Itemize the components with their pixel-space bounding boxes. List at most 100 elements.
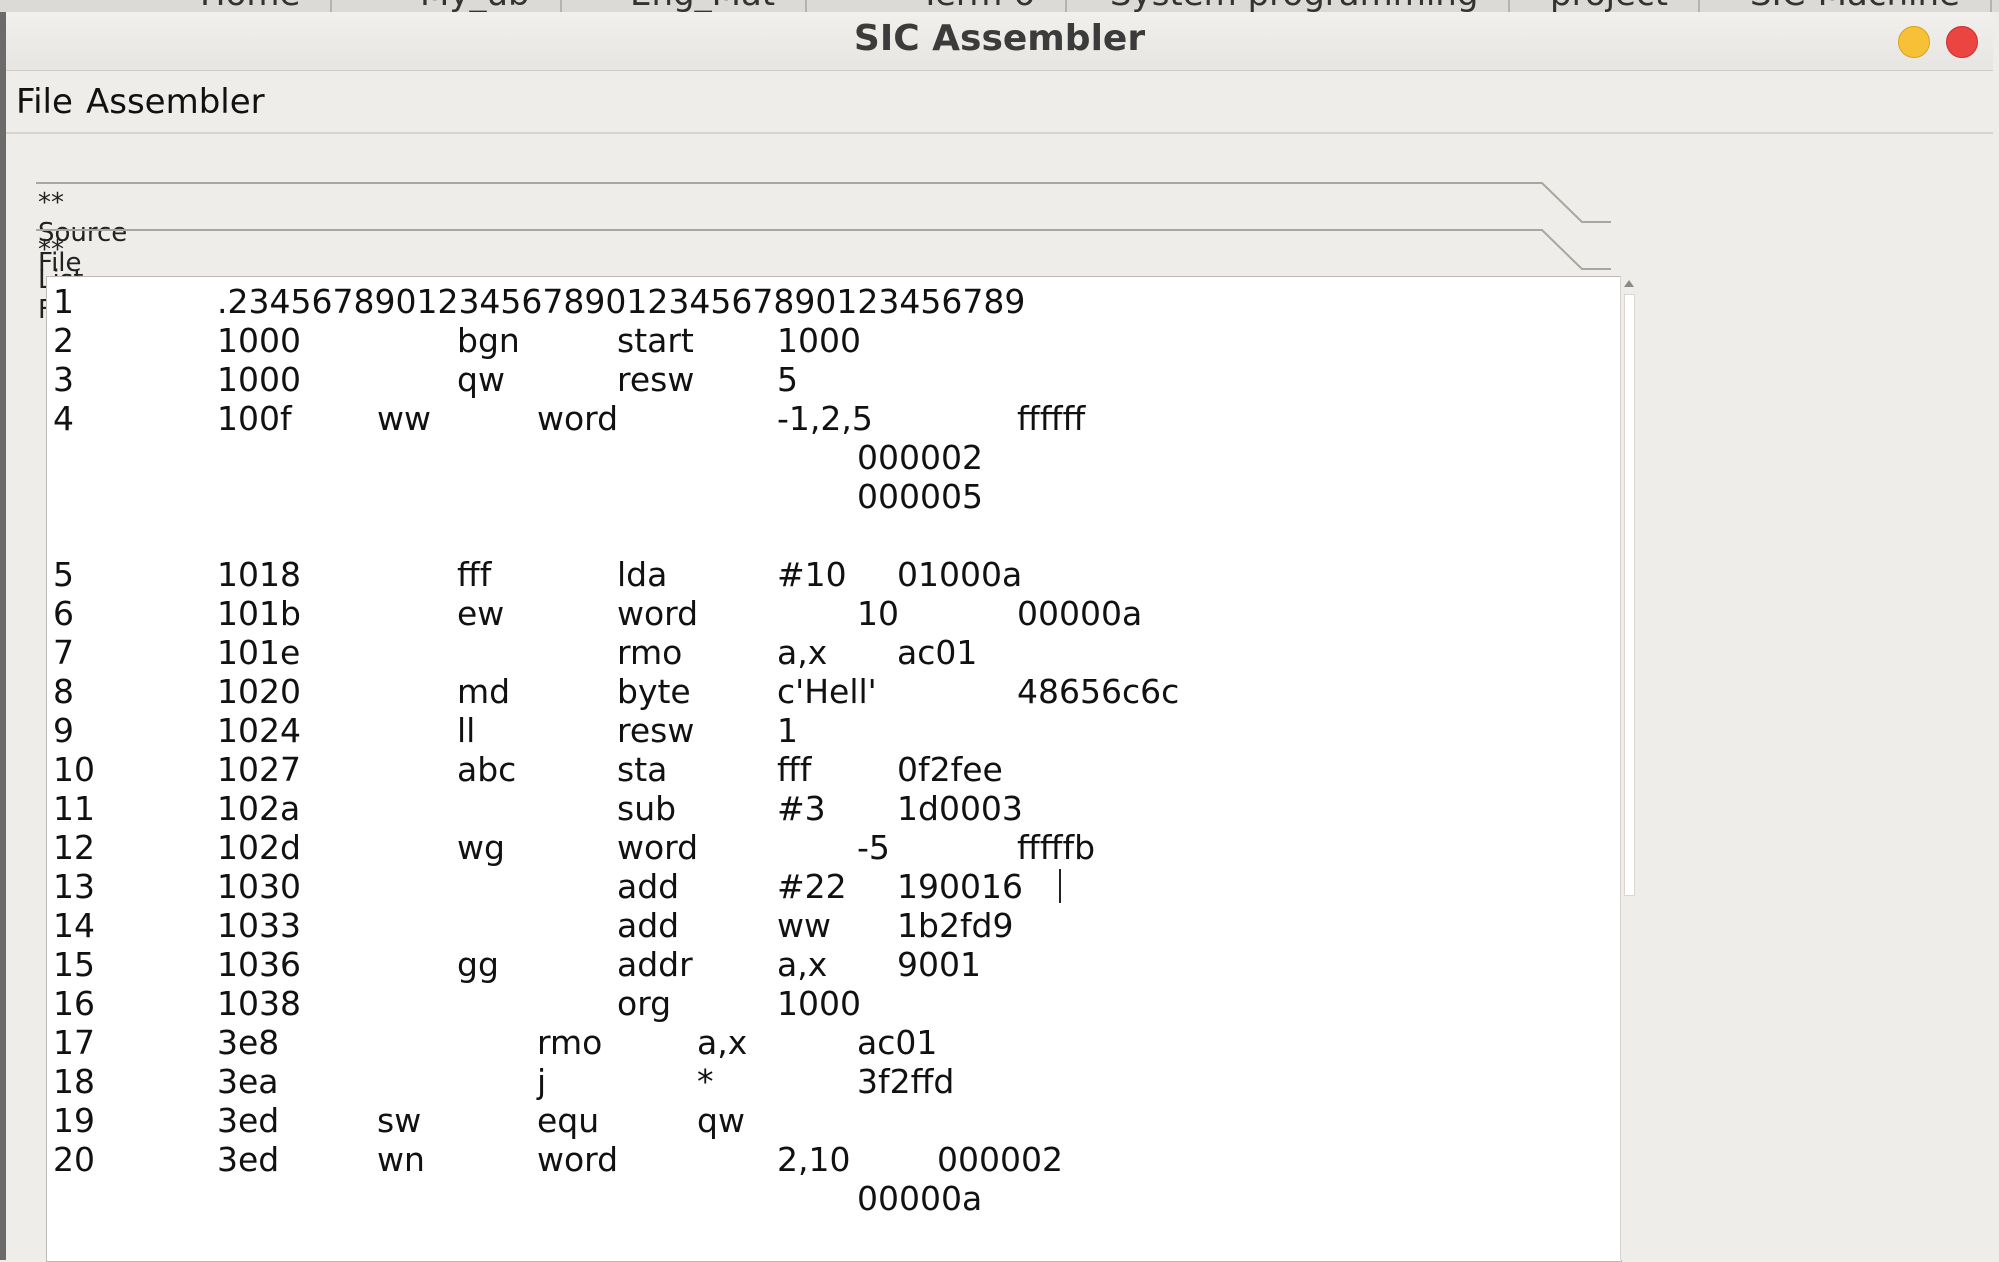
list-line-number: 17 bbox=[53, 1023, 95, 1062]
list-object-code: ac01 bbox=[897, 633, 978, 672]
list-operand: 5 bbox=[777, 360, 798, 399]
list-row: 13 1030 add #22 190016 bbox=[47, 867, 1617, 906]
list-opcode: word bbox=[537, 399, 619, 438]
list-line-number: 18 bbox=[53, 1062, 95, 1101]
list-location: .23456789012345678901234567890123456789 bbox=[217, 282, 1026, 321]
menu-bar: File Assembler bbox=[6, 72, 1993, 134]
list-row: 6 101b ew word 10 00000a bbox=[47, 594, 1617, 633]
list-label: bgn bbox=[457, 321, 520, 360]
list-row: 20 3ed wn word 2,10 000002 bbox=[47, 1140, 1617, 1179]
list-operand: 10 bbox=[857, 594, 899, 633]
list-opcode: org bbox=[617, 984, 672, 1023]
close-button[interactable] bbox=[1946, 26, 1978, 58]
list-row: 14 1033 add ww 1b2fd9 bbox=[47, 906, 1617, 945]
list-row: 15 1036 gg addr a,x 9001 bbox=[47, 945, 1617, 984]
list-opcode: word bbox=[617, 828, 699, 867]
list-opcode: resw bbox=[617, 360, 695, 399]
list-location: 3ea bbox=[217, 1062, 279, 1101]
list-opcode: j bbox=[537, 1062, 547, 1101]
minimize-button[interactable] bbox=[1898, 26, 1930, 58]
list-operand: a,x bbox=[697, 1023, 748, 1062]
list-row: 000005 bbox=[47, 477, 1617, 516]
background-tab: My_ub bbox=[410, 0, 562, 12]
list-object-code: 1b2fd9 bbox=[897, 906, 1014, 945]
list-operand: 1000 bbox=[777, 984, 861, 1023]
list-line-number: 13 bbox=[53, 867, 95, 906]
list-operand: * bbox=[697, 1062, 714, 1101]
list-object-code: 9001 bbox=[897, 945, 981, 984]
list-object-code: 0f2fee bbox=[897, 750, 1003, 789]
list-location: 1020 bbox=[217, 672, 301, 711]
list-label: ll bbox=[457, 711, 476, 750]
list-location: 1000 bbox=[217, 360, 301, 399]
list-location: 3ed bbox=[217, 1140, 280, 1179]
list-opcode: resw bbox=[617, 711, 695, 750]
list-line-number: 11 bbox=[53, 789, 95, 828]
list-location: 1000 bbox=[217, 321, 301, 360]
list-operand: fff bbox=[777, 750, 812, 789]
title-bar[interactable]: SIC Assembler bbox=[6, 12, 1993, 71]
list-row: 2 1000 bgn start 1000 bbox=[47, 321, 1617, 360]
list-label: ew bbox=[457, 594, 505, 633]
list-object-code: 000002 bbox=[937, 1140, 1063, 1179]
list-row: 16 1038 org 1000 bbox=[47, 984, 1617, 1023]
menu-assembler[interactable]: Assembler bbox=[86, 82, 265, 122]
list-label: wg bbox=[457, 828, 505, 867]
list-operand: ww bbox=[777, 906, 831, 945]
list-opcode: sub bbox=[617, 789, 677, 828]
list-opcode: lda bbox=[617, 555, 668, 594]
list-location: 1036 bbox=[217, 945, 301, 984]
list-object-code: 00000a bbox=[857, 1179, 983, 1218]
list-line-number: 15 bbox=[53, 945, 95, 984]
list-location: 1018 bbox=[217, 555, 301, 594]
list-object-code: fffffb bbox=[1017, 828, 1096, 867]
list-location: 1024 bbox=[217, 711, 301, 750]
background-tab: System programming bbox=[1100, 0, 1511, 12]
list-scrollbar[interactable] bbox=[1620, 276, 1637, 1260]
list-label: abc bbox=[457, 750, 517, 789]
list-line-number: 14 bbox=[53, 906, 95, 945]
list-label-wide: wn bbox=[377, 1140, 425, 1179]
background-tab: Term 6 bbox=[910, 0, 1067, 12]
list-row: 7 101e rmo a,x ac01 bbox=[47, 633, 1617, 672]
scroll-up-arrow-icon[interactable] bbox=[1624, 280, 1634, 287]
list-object-code: 48656c6c bbox=[1017, 672, 1180, 711]
text-cursor bbox=[1059, 869, 1061, 903]
list-line-number: 4 bbox=[53, 399, 74, 438]
list-label-wide: ww bbox=[377, 399, 431, 438]
list-object-code: 00000a bbox=[1017, 594, 1143, 633]
list-object-code: ffffff bbox=[1017, 399, 1086, 438]
list-row: 00000a bbox=[47, 1179, 1617, 1218]
scroll-thumb[interactable] bbox=[1624, 294, 1635, 896]
menu-file[interactable]: File bbox=[16, 82, 73, 122]
sic-assembler-window: SIC Assembler File Assembler ** Source F… bbox=[6, 12, 1993, 1262]
list-location: 3ed bbox=[217, 1101, 280, 1140]
list-line-number: 1 bbox=[53, 282, 74, 321]
list-object-code: 1d0003 bbox=[897, 789, 1023, 828]
list-file-text-area[interactable]: 1 .23456789012345678901234567890123456789… bbox=[46, 276, 1622, 1262]
list-location: 1030 bbox=[217, 867, 301, 906]
list-row: 19 3ed sw equ qw bbox=[47, 1101, 1617, 1140]
list-operand: #22 bbox=[777, 867, 847, 906]
list-location: 101e bbox=[217, 633, 301, 672]
list-opcode: byte bbox=[617, 672, 691, 711]
list-row: 18 3ea j * 3f2ffd bbox=[47, 1062, 1617, 1101]
list-opcode: add bbox=[617, 867, 680, 906]
tab-source-outline bbox=[36, 182, 1611, 223]
window-right-edge bbox=[1993, 12, 1999, 1260]
list-row: 000002 bbox=[47, 438, 1617, 477]
list-row: 3 1000 qw resw 5 bbox=[47, 360, 1617, 399]
list-opcode: equ bbox=[537, 1101, 600, 1140]
list-object-code: 190016 bbox=[897, 867, 1023, 906]
list-line-number: 7 bbox=[53, 633, 74, 672]
list-object-code: 000005 bbox=[857, 477, 983, 516]
background-tab: SIC-Machine bbox=[1740, 0, 1992, 12]
list-location: 101b bbox=[217, 594, 301, 633]
list-row: 9 1024 ll resw 1 bbox=[47, 711, 1617, 750]
list-location: 3e8 bbox=[217, 1023, 280, 1062]
list-row: 17 3e8 rmo a,x ac01 bbox=[47, 1023, 1617, 1062]
list-row: 4 100f ww word -1,2,5 ffffff bbox=[47, 399, 1617, 438]
background-tab: Home bbox=[190, 0, 333, 12]
list-location: 100f bbox=[217, 399, 292, 438]
list-line-number: 6 bbox=[53, 594, 74, 633]
